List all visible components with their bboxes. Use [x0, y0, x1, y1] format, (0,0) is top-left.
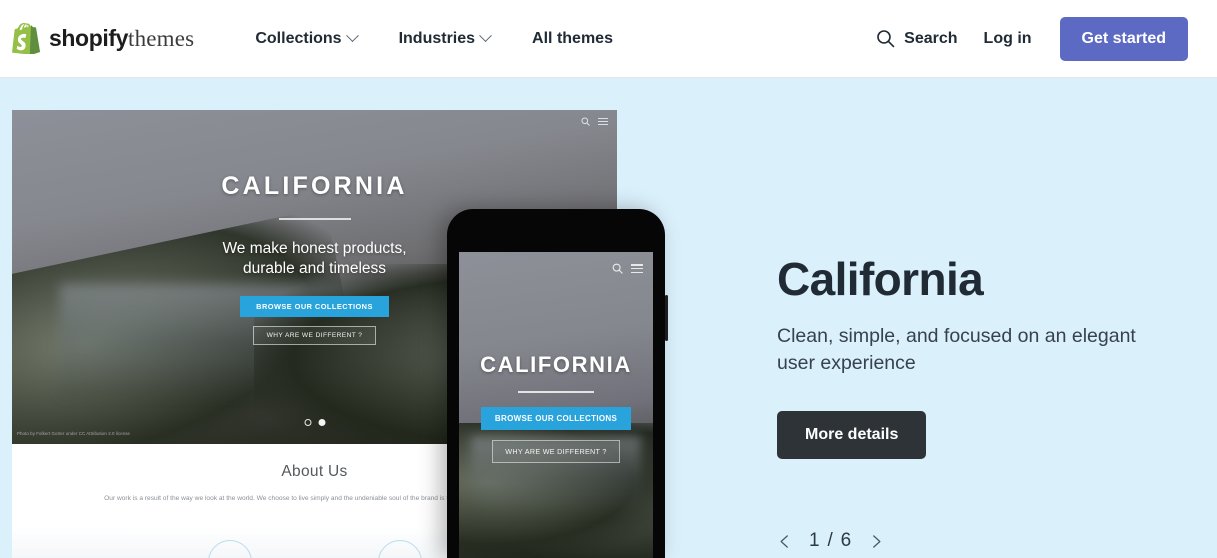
- about-decorative-circles: [207, 540, 422, 558]
- mobile-preview-topbar: [612, 263, 643, 274]
- photo-credit: Photo by Folkert Gorter under CC Attribu…: [17, 431, 131, 436]
- about-title: About Us: [281, 463, 348, 480]
- search-icon: [581, 117, 590, 126]
- theme-info-panel: California Clean, simple, and focused on…: [777, 78, 1197, 558]
- mobile-preview[interactable]: CALIFORNIA BROWSE OUR COLLECTIONS WHY AR…: [447, 209, 668, 558]
- logo-brand: shopify: [49, 25, 128, 51]
- mobile-preview-screen: CALIFORNIA BROWSE OUR COLLECTIONS WHY AR…: [459, 252, 653, 558]
- chevron-down-icon: [479, 29, 492, 43]
- logo-wordmark: shopifythemes: [49, 25, 195, 51]
- circle-icon: [207, 540, 252, 558]
- search-icon: [612, 263, 623, 274]
- shopify-themes-logo[interactable]: shopifythemes: [12, 23, 194, 54]
- mobile-hero-divider: [518, 391, 594, 393]
- hamburger-menu-icon: [598, 117, 608, 126]
- hero-divider: [278, 218, 351, 220]
- theme-tagline: Clean, simple, and focused on an elegant…: [777, 325, 1136, 374]
- hero-title: CALIFORNIA: [221, 172, 408, 200]
- mobile-primary-button[interactable]: BROWSE OUR COLLECTIONS: [480, 406, 632, 430]
- desktop-preview-topbar: [581, 117, 608, 126]
- chevron-left-icon[interactable]: [777, 534, 792, 549]
- nav-item-industries[interactable]: Industries: [378, 29, 511, 48]
- nav-label-industries: Industries: [398, 29, 476, 47]
- search-label: Search: [904, 29, 958, 47]
- theme-name: California: [777, 253, 984, 305]
- hero-subtitle: We make honest products, durable and tim…: [222, 239, 407, 277]
- site-header: shopifythemes Collections Industries All…: [0, 0, 1217, 78]
- get-started-button[interactable]: Get started: [1059, 16, 1188, 61]
- mobile-secondary-button[interactable]: WHY ARE WE DIFFERENT ?: [492, 439, 620, 463]
- theme-showcase-stage: CALIFORNIA We make honest products, dura…: [0, 78, 1217, 558]
- slider-dot-2[interactable]: [318, 419, 325, 426]
- hero-secondary-button[interactable]: WHY ARE WE DIFFERENT ?: [252, 326, 377, 346]
- hero-slider-dots: [304, 419, 325, 426]
- pagination-counter: 1 / 6: [809, 530, 853, 551]
- more-details-button[interactable]: More details: [777, 411, 927, 459]
- nav-item-all-themes[interactable]: All themes: [511, 30, 634, 48]
- nav-label-collections: Collections: [255, 29, 342, 47]
- shopify-bag-icon: [12, 23, 40, 54]
- circle-icon: [377, 540, 422, 558]
- chevron-right-icon[interactable]: [869, 534, 884, 549]
- phone-side-button: [665, 295, 668, 341]
- slider-dot-1[interactable]: [304, 419, 311, 426]
- mobile-hero-title: CALIFORNIA: [480, 352, 632, 377]
- hamburger-menu-icon: [631, 264, 643, 273]
- nav-label-all-themes: All themes: [532, 29, 613, 47]
- nav-item-collections[interactable]: Collections: [234, 29, 377, 48]
- header-actions: Search Log in Get started: [876, 16, 1188, 61]
- search-icon: [877, 30, 895, 48]
- search-button[interactable]: Search: [876, 29, 983, 48]
- login-link[interactable]: Log in: [984, 30, 1060, 48]
- carousel-pagination: 1 / 6: [777, 530, 884, 552]
- mobile-hero-content: CALIFORNIA BROWSE OUR COLLECTIONS WHY AR…: [459, 252, 653, 558]
- chevron-down-icon: [345, 29, 359, 43]
- logo-suffix: themes: [127, 26, 195, 51]
- main-navigation: Collections Industries All themes: [234, 29, 634, 48]
- hero-primary-button[interactable]: BROWSE OUR COLLECTIONS: [240, 296, 389, 318]
